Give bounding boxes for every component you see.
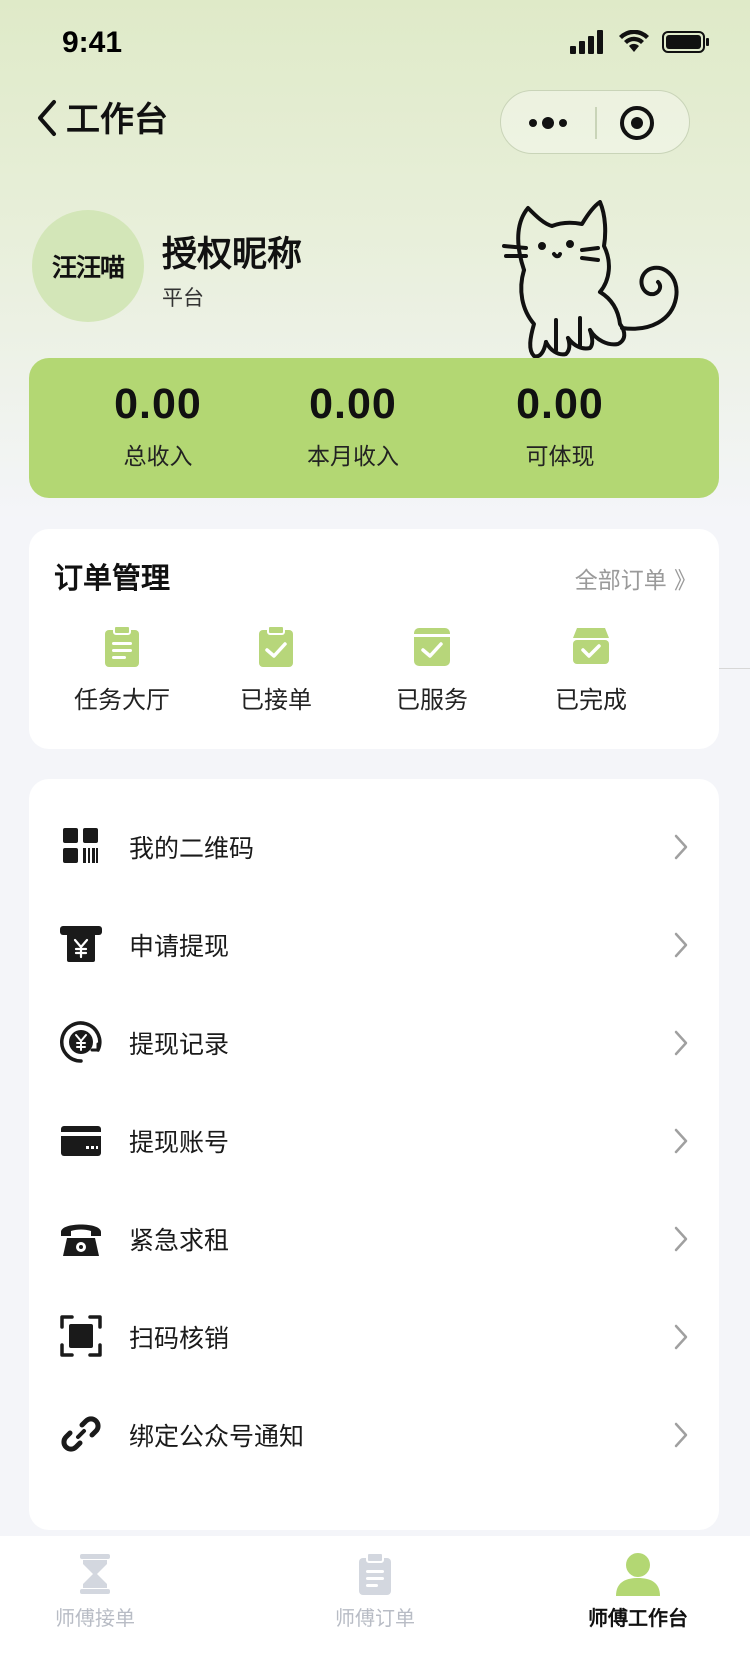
chevron-right-icon bbox=[674, 1128, 688, 1154]
signal-icon bbox=[570, 30, 603, 54]
stat-total-income: 0.00 总收入 bbox=[58, 380, 258, 471]
clipboard-check-icon bbox=[259, 625, 293, 667]
order-item-label: 已接单 bbox=[240, 686, 312, 714]
all-orders-link[interactable]: 全部订单 》 bbox=[575, 561, 697, 595]
menu-item-bind-notify[interactable]: 绑定公众号通知 bbox=[29, 1382, 719, 1486]
tab-master-accept[interactable]: 师傅接单 bbox=[0, 1552, 195, 1631]
battery-icon bbox=[662, 31, 709, 53]
qrcode-icon bbox=[63, 828, 98, 863]
menu-label: 扫码核销 bbox=[129, 1324, 230, 1353]
stat-value: 0.00 bbox=[516, 380, 604, 428]
chevron-right-icon bbox=[674, 1422, 688, 1448]
page-title: 工作台 bbox=[66, 100, 168, 140]
tab-label: 师傅订单 bbox=[335, 1606, 415, 1630]
tab-master-workbench[interactable]: 师傅工作台 bbox=[538, 1552, 738, 1631]
menu-item-withdraw[interactable]: 申请提现 bbox=[29, 892, 719, 996]
chevron-right-icon bbox=[674, 834, 688, 860]
stat-withdrawable: 0.00 可体现 bbox=[460, 380, 660, 471]
menu-list: 我的二维码 申请提现 提现记录 提现账号 紧急求租 扫码核销 绑定公众号通知 bbox=[29, 779, 719, 1530]
order-item-label: 任务大厅 bbox=[74, 686, 170, 714]
wifi-icon bbox=[619, 30, 649, 52]
avatar[interactable]: 汪汪喵 bbox=[32, 210, 144, 322]
menu-item-qrcode[interactable]: 我的二维码 bbox=[29, 794, 719, 898]
card-icon bbox=[61, 1126, 101, 1156]
status-bar: 9:41 bbox=[0, 0, 750, 90]
nav-bar: 工作台 bbox=[0, 82, 750, 154]
stat-value: 0.00 bbox=[114, 380, 202, 428]
stat-label: 可体现 bbox=[525, 444, 595, 470]
atm-yen-icon bbox=[60, 926, 102, 962]
chevron-right-icon bbox=[674, 1324, 688, 1350]
close-target-icon[interactable] bbox=[619, 105, 655, 141]
status-time: 9:41 bbox=[62, 26, 123, 59]
menu-label: 绑定公众号通知 bbox=[129, 1422, 305, 1451]
clipboard-icon bbox=[105, 625, 139, 667]
menu-item-scan-verify[interactable]: 扫码核销 bbox=[29, 1284, 719, 1388]
chevron-right-icon bbox=[674, 1226, 688, 1252]
stat-value: 0.00 bbox=[309, 380, 397, 428]
chevron-right-icon bbox=[674, 932, 688, 958]
stat-label: 本月收入 bbox=[307, 444, 399, 470]
order-completed[interactable]: 已完成 bbox=[511, 624, 671, 715]
order-item-label: 已完成 bbox=[555, 686, 627, 714]
stat-month-income: 0.00 本月收入 bbox=[253, 380, 453, 471]
menu-label: 紧急求租 bbox=[129, 1226, 230, 1255]
chevron-right-icon bbox=[674, 1030, 688, 1056]
user-icon bbox=[616, 1553, 660, 1596]
order-serviced[interactable]: 已服务 bbox=[352, 624, 512, 715]
capsule-divider bbox=[595, 107, 597, 139]
order-item-label: 已服务 bbox=[396, 686, 468, 714]
tab-label: 师傅接单 bbox=[55, 1606, 135, 1630]
menu-label: 提现记录 bbox=[129, 1030, 230, 1059]
phone-icon bbox=[61, 1224, 101, 1256]
back-icon[interactable] bbox=[28, 94, 68, 142]
link-icon bbox=[61, 1416, 101, 1452]
order-section-title: 订单管理 bbox=[54, 561, 171, 595]
menu-label: 提现账号 bbox=[129, 1128, 230, 1157]
order-accepted[interactable]: 已接单 bbox=[196, 624, 356, 715]
cat-illustration bbox=[502, 200, 679, 359]
scan-icon bbox=[60, 1315, 102, 1357]
hourglass-icon bbox=[80, 1554, 110, 1594]
calendar-check-icon bbox=[414, 628, 450, 666]
tab-bar: 师傅接单 师傅订单 师傅工作台 bbox=[0, 1536, 750, 1660]
tab-master-orders[interactable]: 师傅订单 bbox=[275, 1552, 475, 1631]
box-check-icon bbox=[573, 628, 609, 664]
yen-history-icon bbox=[60, 1021, 102, 1063]
menu-label: 我的二维码 bbox=[129, 834, 255, 863]
clipboard-icon bbox=[359, 1552, 391, 1595]
tab-label: 师傅工作台 bbox=[588, 1606, 688, 1630]
more-icon[interactable] bbox=[523, 107, 573, 139]
nickname: 授权昵称 bbox=[162, 235, 303, 275]
menu-item-withdraw-account[interactable]: 提现账号 bbox=[29, 1088, 719, 1192]
menu-item-urgent-rent[interactable]: 紧急求租 bbox=[29, 1186, 719, 1290]
user-role: 平台 bbox=[162, 286, 204, 310]
menu-label: 申请提现 bbox=[129, 932, 230, 961]
divider bbox=[719, 668, 750, 669]
status-icons bbox=[570, 30, 710, 54]
order-management-card: 订单管理 全部订单 》 任务大厅 已接单 已服务 已完成 bbox=[29, 529, 719, 749]
mini-program-capsule bbox=[500, 90, 690, 154]
stat-label: 总收入 bbox=[123, 444, 193, 470]
menu-item-withdraw-records[interactable]: 提现记录 bbox=[29, 990, 719, 1094]
order-task-hall[interactable]: 任务大厅 bbox=[42, 624, 202, 715]
income-stats: 0.00 总收入 0.00 本月收入 0.00 可体现 bbox=[29, 358, 719, 498]
